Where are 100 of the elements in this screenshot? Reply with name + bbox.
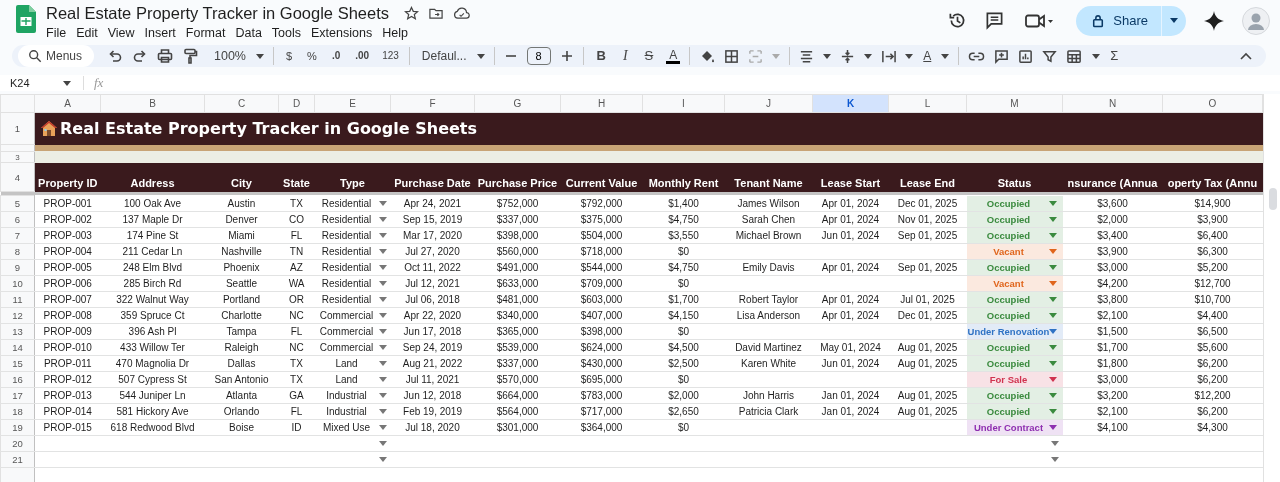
increase-decimal-button[interactable]: .00	[352, 48, 373, 64]
redo-icon[interactable]	[132, 48, 148, 64]
borders-icon[interactable]	[724, 48, 740, 64]
caret-icon[interactable]	[378, 233, 387, 238]
row-number[interactable]: 3	[15, 152, 20, 162]
decrease-decimal-button[interactable]: .0	[328, 48, 344, 64]
dropdown-cell[interactable]: Residential	[321, 294, 372, 305]
caret-icon[interactable]	[378, 297, 387, 302]
column-header[interactable]: E	[314, 94, 391, 113]
column-header[interactable]: B	[100, 94, 205, 113]
menu-item[interactable]: Data	[230, 25, 267, 41]
dropdown-cell[interactable]: Residential	[321, 246, 372, 257]
vertical-align-icon[interactable]	[840, 48, 856, 64]
collapse-icon[interactable]	[1240, 52, 1252, 60]
column-header[interactable]: L	[888, 94, 967, 113]
column-header[interactable]: A	[34, 94, 101, 113]
column-header[interactable]: K	[812, 94, 889, 113]
text-wrap-icon[interactable]	[881, 48, 897, 64]
caret-icon[interactable]	[1050, 457, 1059, 462]
sparkle-icon[interactable]	[1204, 10, 1224, 31]
caret-icon[interactable]	[476, 53, 485, 59]
column-header[interactable]: I	[642, 94, 725, 113]
caret-icon[interactable]	[941, 53, 950, 59]
sheets-logo-icon[interactable]	[16, 4, 36, 33]
name-box[interactable]: K24	[10, 77, 63, 89]
zoom-dropdown[interactable]: 100%	[213, 48, 247, 64]
text-color-button[interactable]: A	[666, 48, 681, 64]
avatar-icon[interactable]	[1242, 6, 1270, 35]
row-number[interactable]: 5	[14, 198, 21, 209]
chart-icon[interactable]	[1018, 48, 1034, 64]
caret-icon[interactable]	[378, 217, 387, 222]
column-header[interactable]: O	[1162, 94, 1263, 113]
caret-icon[interactable]	[378, 249, 387, 254]
plus-icon[interactable]	[559, 49, 574, 63]
scrollbar-thumb[interactable]	[1269, 188, 1277, 210]
dropdown-cell[interactable]: Commercial	[319, 310, 374, 321]
dropdown-cell[interactable]: Residential	[321, 214, 372, 225]
font-dropdown[interactable]: Defaul...	[420, 48, 468, 64]
dropdown-cell[interactable]: Residential	[321, 278, 372, 289]
caret-icon[interactable]	[378, 457, 387, 462]
star-icon[interactable]	[404, 5, 419, 21]
caret-icon[interactable]	[378, 377, 387, 382]
caret-icon[interactable]	[378, 345, 387, 350]
dropdown-cell[interactable]: Industrial	[326, 390, 367, 401]
italic-button[interactable]: I	[618, 48, 632, 64]
cloud-icon[interactable]	[453, 6, 470, 20]
strikethrough-button[interactable]: S	[640, 48, 658, 64]
font-size-field[interactable]: 8	[526, 47, 551, 65]
text-rotation-button[interactable]: A	[922, 48, 933, 64]
row-number[interactable]: 9	[14, 262, 21, 273]
caret-icon[interactable]	[378, 361, 387, 366]
column-header[interactable]: H	[560, 94, 643, 113]
dropdown-cell[interactable]: Residential	[321, 262, 372, 273]
caret-icon[interactable]	[1050, 441, 1059, 446]
dropdown-cell[interactable]: Mixed Use	[322, 422, 371, 433]
add-comment-icon[interactable]	[994, 48, 1010, 64]
menus-search-field[interactable]: Menus	[18, 45, 94, 67]
caret-icon[interactable]	[1048, 329, 1057, 334]
row-number[interactable]: 8	[14, 246, 21, 257]
row-number[interactable]: 7	[14, 230, 21, 241]
bold-button[interactable]: B	[592, 48, 610, 64]
menu-item[interactable]: View	[102, 25, 140, 41]
menu-item[interactable]: Edit	[71, 25, 103, 41]
column-header[interactable]: M	[966, 94, 1063, 113]
dropdown-cell[interactable]: Land	[335, 374, 358, 385]
table-icon[interactable]	[1066, 48, 1084, 64]
column-header[interactable]: F	[390, 94, 475, 113]
caret-icon[interactable]	[378, 200, 387, 206]
dropdown-cell[interactable]: Industrial	[326, 406, 367, 417]
column-header[interactable]: J	[724, 94, 813, 113]
caret-icon[interactable]	[378, 313, 387, 318]
align-icon[interactable]	[799, 48, 815, 64]
caret-icon[interactable]	[378, 329, 387, 334]
caret-icon[interactable]	[905, 53, 914, 59]
caret-icon[interactable]	[378, 265, 387, 270]
caret-icon[interactable]	[1048, 425, 1057, 430]
dropdown-cell[interactable]: Land	[335, 358, 358, 369]
caret-icon[interactable]	[378, 281, 387, 286]
caret-icon[interactable]	[256, 53, 264, 59]
dropdown-cell[interactable]: Commercial	[319, 342, 374, 353]
caret-icon[interactable]	[1170, 18, 1178, 23]
caret-icon[interactable]	[864, 53, 873, 59]
functions-button[interactable]: Σ	[1109, 48, 1120, 64]
currency-format-button[interactable]: $	[283, 48, 296, 64]
column-header[interactable]: G	[474, 94, 561, 113]
caret-icon[interactable]	[63, 80, 71, 86]
caret-icon[interactable]	[1092, 53, 1101, 59]
menu-item[interactable]: Help	[377, 25, 413, 41]
menu-item[interactable]: Insert	[139, 25, 181, 41]
caret-icon[interactable]	[823, 53, 832, 59]
dropdown-cell[interactable]: Residential	[321, 230, 372, 241]
undo-icon[interactable]	[107, 48, 123, 64]
caret-icon[interactable]	[378, 441, 387, 446]
menu-item[interactable]: Extensions	[306, 25, 378, 41]
print-icon[interactable]	[157, 48, 173, 64]
document-title[interactable]: Real Estate Property Tracker in Google Sheets	[46, 3, 389, 23]
comment-icon[interactable]	[985, 11, 1005, 30]
caret-icon[interactable]	[378, 409, 387, 414]
caret-icon[interactable]	[378, 425, 387, 430]
caret-icon[interactable]	[1048, 377, 1057, 382]
